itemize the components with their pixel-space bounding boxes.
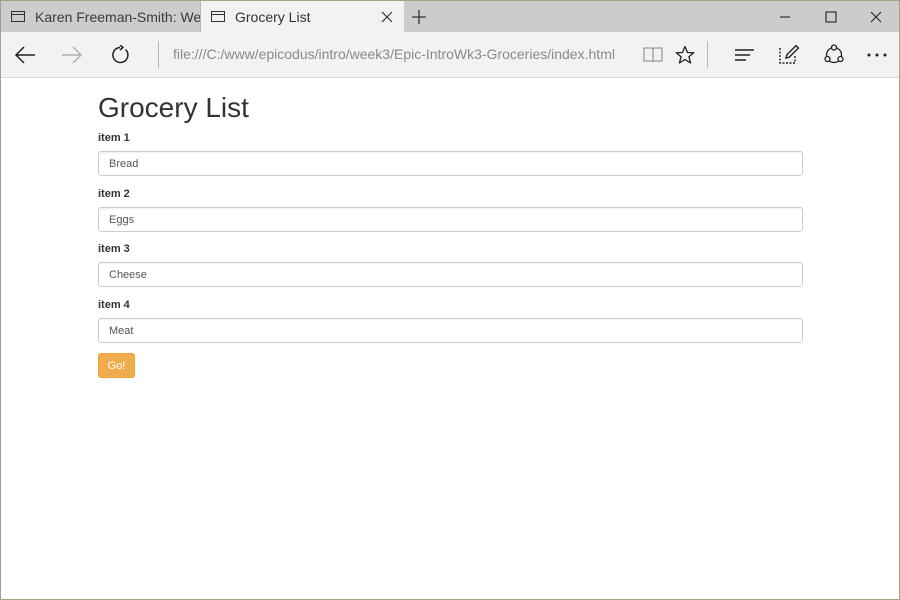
item-1-input[interactable] bbox=[98, 151, 803, 176]
item-4-input[interactable] bbox=[98, 318, 803, 343]
tab-grocery-list[interactable]: Grocery List bbox=[201, 1, 404, 32]
form-group-item-3: item 3 bbox=[98, 242, 803, 287]
field-label: item 1 bbox=[98, 132, 130, 144]
close-icon[interactable] bbox=[853, 1, 899, 32]
go-button[interactable]: Go! bbox=[98, 353, 135, 378]
toolbar-divider bbox=[707, 41, 708, 68]
star-icon[interactable] bbox=[663, 32, 707, 77]
back-arrow-icon[interactable] bbox=[3, 32, 47, 77]
share-icon[interactable] bbox=[812, 32, 856, 77]
pen-note-icon[interactable] bbox=[767, 32, 811, 77]
tab-karen-freeman-smith[interactable]: Karen Freeman-Smith: Web bbox=[1, 1, 201, 32]
item-3-input[interactable] bbox=[98, 262, 803, 287]
minimize-icon[interactable] bbox=[762, 1, 808, 32]
page-content: Grocery List item 1 item 2 item 3 item 4… bbox=[1, 78, 899, 599]
maximize-icon[interactable] bbox=[808, 1, 854, 32]
plus-icon[interactable] bbox=[404, 1, 434, 32]
item-2-input[interactable] bbox=[98, 207, 803, 232]
browser-window: Karen Freeman-Smith: Web Grocery List fi… bbox=[0, 0, 900, 600]
forward-arrow-icon[interactable] bbox=[50, 32, 94, 77]
page-icon bbox=[11, 11, 25, 22]
toolbar: file:///C:/www/epicodus/intro/week3/Epic… bbox=[1, 32, 899, 78]
hub-icon[interactable] bbox=[723, 32, 767, 77]
field-label: item 4 bbox=[98, 299, 130, 311]
field-label: item 3 bbox=[98, 243, 130, 255]
refresh-icon[interactable] bbox=[98, 32, 142, 77]
tab-bar: Karen Freeman-Smith: Web Grocery List bbox=[1, 1, 899, 32]
page-icon bbox=[211, 11, 225, 22]
page-title: Grocery List bbox=[98, 92, 249, 123]
tab-title: Grocery List bbox=[235, 8, 311, 25]
more-icon[interactable] bbox=[855, 32, 899, 77]
address-bar[interactable]: file:///C:/www/epicodus/intro/week3/Epic… bbox=[173, 32, 615, 77]
close-icon[interactable] bbox=[370, 1, 404, 32]
form-group-item-1: item 1 bbox=[98, 131, 803, 176]
toolbar-divider bbox=[158, 41, 159, 68]
field-label: item 2 bbox=[98, 188, 130, 200]
form-group-item-2: item 2 bbox=[98, 187, 803, 232]
form-group-item-4: item 4 bbox=[98, 298, 803, 343]
tab-title: Karen Freeman-Smith: Web bbox=[35, 8, 200, 25]
